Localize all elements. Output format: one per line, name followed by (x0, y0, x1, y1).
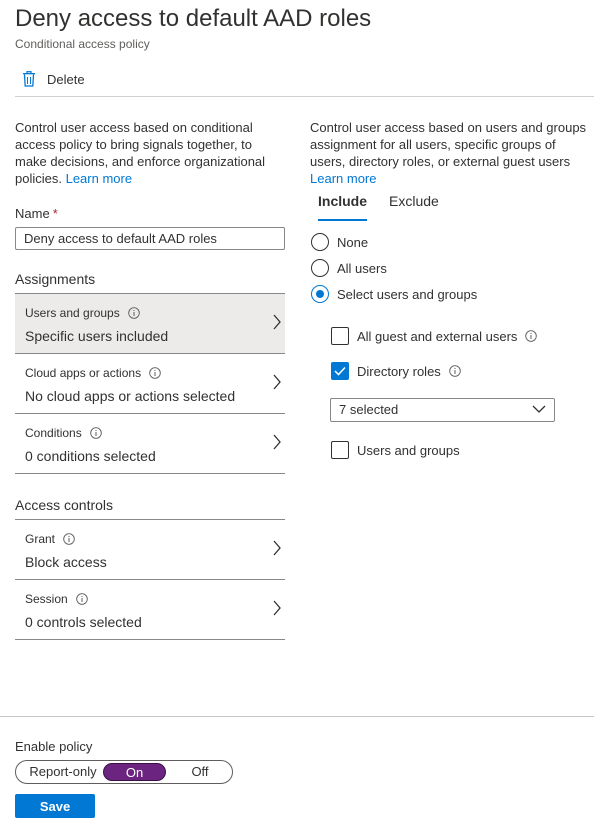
radio-none[interactable]: None (311, 233, 368, 251)
assignments-divider (15, 473, 285, 474)
checkbox-label: Directory roles (357, 364, 461, 379)
access-control-session[interactable]: Session 0 controls selected (15, 579, 285, 639)
assignment-label: Conditions (25, 426, 102, 440)
policy-description-text: Control user access based on conditional… (15, 120, 266, 186)
name-label-text: Name (15, 206, 50, 221)
radio-select-users-groups[interactable]: Select users and groups (311, 285, 477, 303)
access-controls-divider (15, 639, 285, 640)
tab-exclude[interactable]: Exclude (389, 193, 439, 209)
checkbox-directory-roles[interactable]: Directory roles (331, 362, 461, 380)
access-control-label: Grant (25, 532, 75, 546)
chevron-right-icon (273, 434, 281, 450)
chevron-right-icon (273, 600, 281, 616)
access-control-value: 0 controls selected (25, 614, 142, 630)
assignment-label: Cloud apps or actions (25, 366, 161, 380)
access-controls-heading: Access controls (15, 497, 114, 513)
info-icon[interactable] (89, 427, 102, 439)
assignment-value: 0 conditions selected (25, 448, 156, 464)
assignment-label: Users and groups (25, 306, 140, 320)
checkbox-users-and-groups[interactable]: Users and groups (331, 441, 460, 459)
checkbox[interactable] (331, 441, 349, 459)
checkbox-checked[interactable] (331, 362, 349, 380)
info-icon[interactable] (63, 533, 75, 545)
radio-label: None (337, 234, 369, 250)
assignment-label-text: Users and groups (25, 306, 120, 320)
chevron-right-icon (273, 314, 281, 330)
radio-label: Select users and groups (337, 286, 478, 302)
delete-button[interactable]: Delete (22, 68, 85, 90)
delete-label: Delete (47, 71, 85, 87)
directory-roles-dropdown[interactable]: 7 selected (330, 398, 555, 422)
access-control-grant[interactable]: Grant Block access (15, 519, 285, 579)
radio-label: All users (337, 260, 387, 276)
checkbox-label: Users and groups (357, 442, 460, 458)
policy-description: Control user access based on conditional… (15, 119, 275, 187)
info-icon[interactable] (449, 365, 461, 377)
checkbox-label-text: Directory roles (357, 363, 441, 379)
users-groups-description-text: Control user access based on users and g… (310, 120, 587, 169)
access-control-label-text: Session (25, 592, 68, 606)
toggle-report-only[interactable]: Report-only (21, 761, 105, 783)
checkbox-guest-external-users[interactable]: All guest and external users (331, 327, 538, 345)
radio-all-users[interactable]: All users (311, 259, 387, 277)
checkbox-label-text: All guest and external users (357, 328, 518, 344)
info-icon[interactable] (525, 330, 538, 342)
assignment-value: No cloud apps or actions selected (25, 388, 236, 404)
radio-button[interactable] (311, 259, 329, 277)
active-tab-indicator (318, 219, 367, 221)
required-indicator: * (52, 206, 58, 221)
checkmark-icon (334, 366, 346, 376)
access-control-label: Session (25, 592, 88, 606)
checkbox-label: All guest and external users (357, 328, 538, 344)
toolbar-divider (15, 96, 594, 97)
assignment-users-and-groups[interactable]: Users and groups Specific users included (15, 293, 285, 353)
radio-button-selected[interactable] (311, 285, 329, 303)
assignment-cloud-apps[interactable]: Cloud apps or actions No cloud apps or a… (15, 353, 285, 413)
access-control-value: Block access (25, 554, 107, 570)
users-groups-description: Control user access based on users and g… (310, 119, 592, 187)
footer-divider (0, 716, 594, 717)
toggle-on[interactable]: On (103, 763, 166, 781)
assignment-conditions[interactable]: Conditions 0 conditions selected (15, 413, 285, 473)
name-label: Name * (15, 206, 58, 221)
page-subtitle: Conditional access policy (15, 37, 150, 51)
radio-button[interactable] (311, 233, 329, 251)
toggle-off[interactable]: Off (176, 761, 224, 783)
name-input[interactable]: Deny access to default AAD roles (15, 227, 285, 250)
chevron-right-icon (273, 540, 281, 556)
trash-icon (23, 71, 35, 87)
save-button[interactable]: Save (15, 794, 95, 818)
assignment-value: Specific users included (25, 328, 169, 344)
info-icon[interactable] (149, 367, 161, 379)
users-groups-learn-more-link[interactable]: Learn more (310, 171, 376, 186)
enable-policy-label: Enable policy (15, 739, 93, 754)
info-icon[interactable] (75, 593, 88, 605)
checkbox[interactable] (331, 327, 349, 345)
chevron-right-icon (273, 374, 281, 390)
info-icon[interactable] (127, 307, 140, 319)
enable-policy-toggle: Report-only On Off (15, 760, 233, 784)
tab-include[interactable]: Include (318, 193, 367, 209)
assignment-label-text: Conditions (25, 426, 82, 440)
dropdown-value: 7 selected (339, 402, 399, 417)
policy-learn-more-link[interactable]: Learn more (66, 171, 132, 186)
access-control-label-text: Grant (25, 532, 56, 546)
page-title: Deny access to default AAD roles (15, 5, 372, 32)
chevron-down-icon (532, 405, 546, 413)
assignment-label-text: Cloud apps or actions (25, 366, 142, 380)
assignments-heading: Assignments (15, 271, 96, 287)
